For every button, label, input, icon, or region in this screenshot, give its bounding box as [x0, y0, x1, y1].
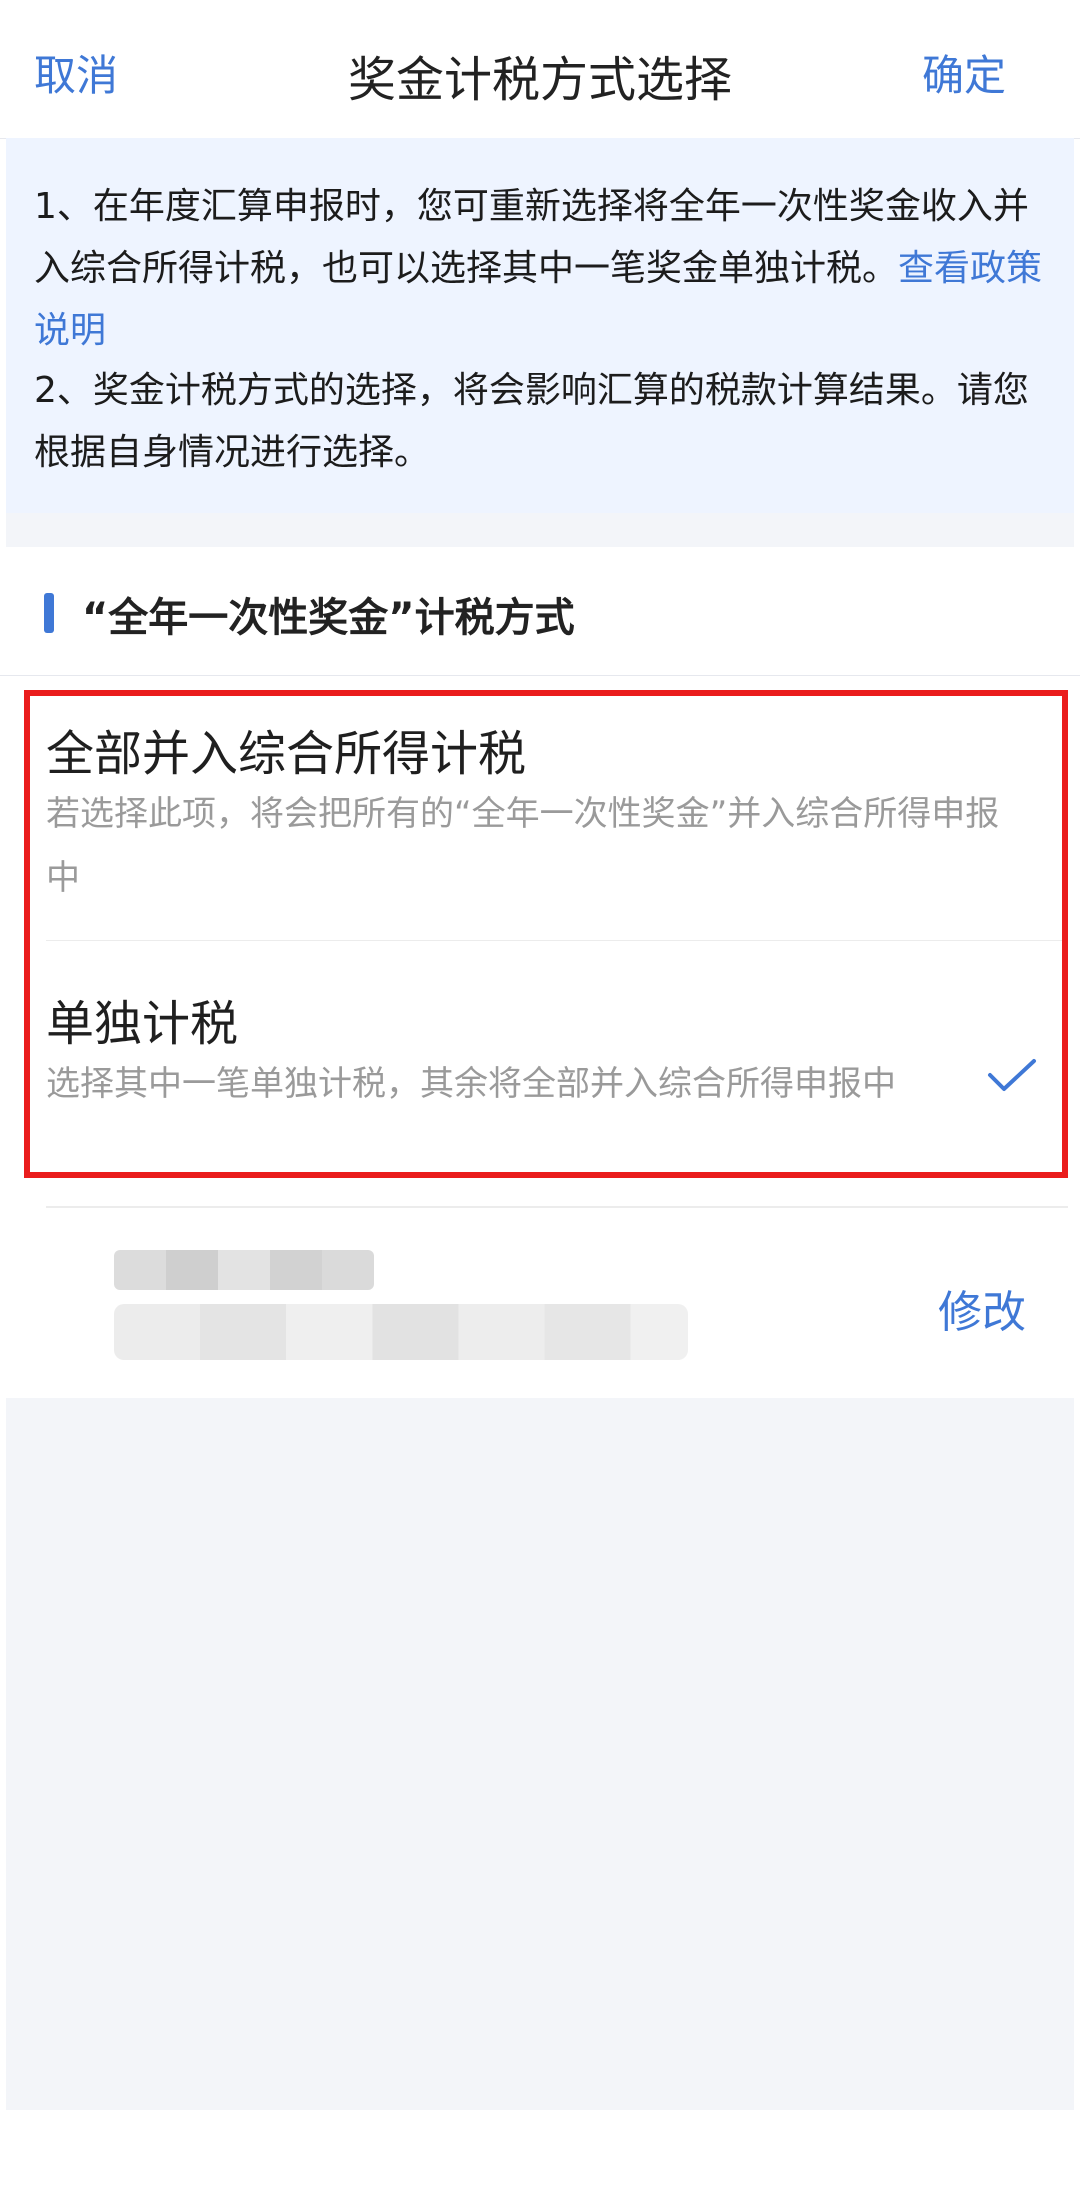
page-title: 奖金计税方式选择: [347, 52, 732, 108]
nav-bar: 取消 奖金计税方式选择 确定: [0, 0, 1080, 139]
notice-text-1: 1、在年度汇算申报时，您可重新选择将全年一次性奖金收入并入综合所得计税，也可以选…: [34, 186, 1029, 289]
empty-area: [6, 1398, 1074, 2110]
section-title: “全年一次性奖金”计税方式: [82, 595, 575, 641]
option-description: 选择其中一笔单独计税，其余将全部并入综合所得申报中: [46, 1064, 896, 1104]
section-marker: [44, 593, 54, 633]
notice-paragraph-2: 2、奖金计税方式的选择，将会影响汇算的税款计算结果。请您根据自身情况进行选择。: [34, 370, 1029, 473]
notice-panel: 1、在年度汇算申报时，您可重新选择将全年一次性奖金收入并入综合所得计税，也可以选…: [6, 138, 1074, 513]
option-title: 单独计税: [46, 996, 239, 1052]
option-description: 若选择此项，将会把所有的“全年一次性奖金”并入综合所得申报中: [46, 794, 1000, 898]
notice-paragraph-1: 1、在年度汇算申报时，您可重新选择将全年一次性奖金收入并入综合所得计税，也可以选…: [34, 176, 1050, 362]
option-divider: [46, 940, 1068, 941]
checkmark-icon: [988, 1059, 1036, 1091]
bonus-record-row: 修改: [0, 1208, 1080, 1398]
section-spacer: [6, 513, 1074, 547]
option-merge-all[interactable]: 全部并入综合所得计税 若选择此项，将会把所有的“全年一次性奖金”并入综合所得申报…: [46, 700, 1036, 940]
blurred-record-title: [114, 1250, 374, 1290]
option-separate-tax[interactable]: 单独计税 选择其中一笔单独计税，其余将全部并入综合所得申报中: [46, 970, 1036, 1170]
blurred-record-detail: [114, 1304, 688, 1360]
section-header: “全年一次性奖金”计税方式: [0, 547, 1080, 676]
modify-button[interactable]: 修改: [938, 1276, 1026, 1340]
confirm-button[interactable]: 确定: [922, 42, 1006, 103]
option-title: 全部并入综合所得计税: [46, 726, 527, 782]
